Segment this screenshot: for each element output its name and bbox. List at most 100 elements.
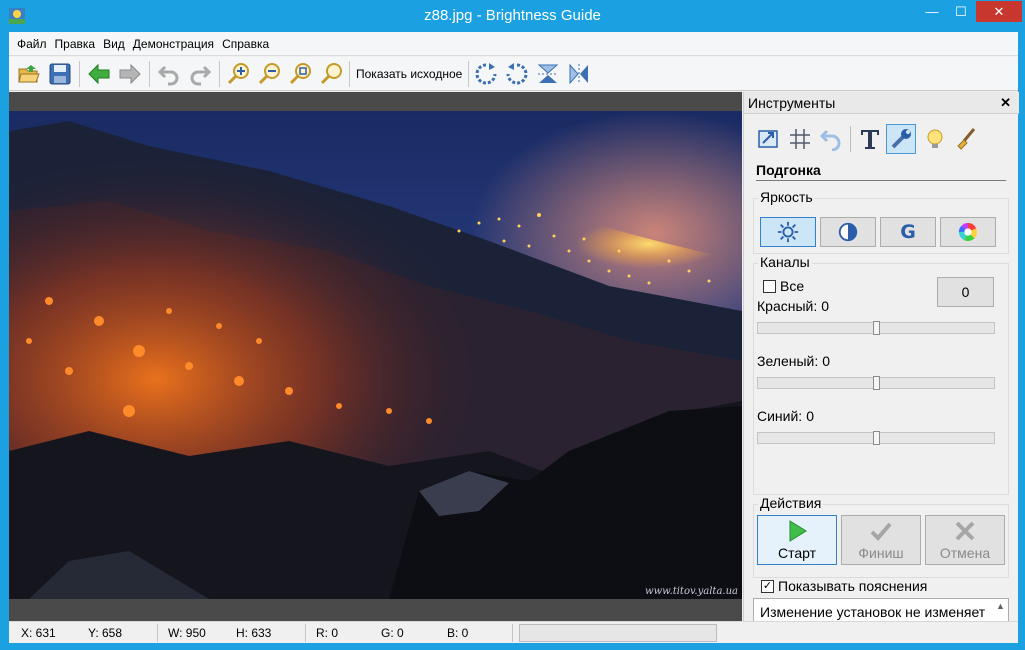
- open-folder-icon[interactable]: [15, 60, 43, 88]
- cancel-button[interactable]: Отмена: [925, 515, 1005, 565]
- color-wheel-icon[interactable]: [940, 217, 996, 247]
- cross-icon: [955, 521, 975, 541]
- channel-value-field[interactable]: 0: [937, 277, 994, 307]
- play-icon: [789, 520, 807, 542]
- main-toolbar: Показать исходное: [9, 57, 1018, 91]
- status-width: W: 950: [168, 626, 206, 640]
- finish-button-label: Финиш: [858, 545, 904, 561]
- green-channel-value: 0: [822, 353, 831, 369]
- progress-bar: [519, 624, 717, 642]
- brightness-group: Яркость G: [753, 189, 1009, 254]
- start-button[interactable]: Старт: [757, 515, 837, 565]
- checkmark-icon: [870, 522, 892, 541]
- zoom-in-icon[interactable]: [225, 60, 253, 88]
- minimize-button[interactable]: —: [918, 1, 946, 22]
- close-window-button[interactable]: ✕: [976, 1, 1022, 22]
- contrast-icon[interactable]: [820, 217, 876, 247]
- rotate-right-icon[interactable]: [472, 60, 500, 88]
- menu-view[interactable]: Вид: [99, 32, 129, 56]
- image-viewer[interactable]: www.titov.yalta.ua: [9, 92, 742, 621]
- gamma-letter: G: [900, 221, 916, 243]
- scroll-up-icon[interactable]: ▲: [996, 601, 1005, 611]
- show-hints-checkbox[interactable]: ✓ Показывать пояснения: [761, 578, 927, 594]
- blue-channel-value: 0: [806, 408, 814, 424]
- resize-icon[interactable]: [754, 124, 784, 154]
- menu-edit[interactable]: Правка: [51, 32, 100, 56]
- gamma-icon[interactable]: G: [880, 217, 936, 247]
- tools-panel-title: Инструменты: [748, 95, 836, 111]
- status-separator: [305, 624, 306, 642]
- image-watermark: www.titov.yalta.ua: [645, 586, 738, 597]
- light-bulb-icon[interactable]: [920, 124, 950, 154]
- photo-canvas[interactable]: [9, 111, 742, 599]
- all-channels-label: Все: [780, 278, 805, 294]
- status-x: X: 631: [21, 626, 56, 640]
- show-original-button[interactable]: Показать исходное: [352, 60, 466, 88]
- menu-bar: Файл Правка Вид Демонстрация Справка: [9, 32, 1018, 56]
- red-slider-thumb[interactable]: [873, 321, 880, 335]
- back-arrow-icon[interactable]: [85, 60, 113, 88]
- zoom-out-icon[interactable]: [256, 60, 284, 88]
- toolbar-separator: [349, 61, 350, 87]
- toolbar-separator: [79, 61, 80, 87]
- flip-horizontal-icon[interactable]: [565, 60, 593, 88]
- toolbar-separator: [149, 61, 150, 87]
- red-channel-slider[interactable]: [757, 321, 995, 335]
- tool-separator: [850, 126, 851, 152]
- show-hints-label: Показывать пояснения: [778, 578, 928, 594]
- title-bar[interactable]: z88.jpg - Brightness Guide — ☐ ✕: [1, 1, 1024, 32]
- all-channels-checkbox[interactable]: Все: [763, 278, 804, 294]
- status-separator: [157, 624, 158, 642]
- crop-grid-icon[interactable]: [785, 124, 815, 154]
- forward-arrow-icon[interactable]: [116, 60, 144, 88]
- app-window: z88.jpg - Brightness Guide — ☐ ✕ Файл Пр…: [0, 0, 1025, 650]
- section-divider: [756, 180, 1006, 181]
- start-button-label: Старт: [777, 545, 817, 561]
- flip-vertical-icon[interactable]: [534, 60, 562, 88]
- blue-channel-label: Синий: 0: [757, 408, 814, 424]
- adjust-section-title: Подгонка: [756, 162, 821, 178]
- tools-panel: Инструменты ✕ Подгонка Яркость G Каналы …: [743, 92, 1019, 642]
- red-channel-label: Красный: 0: [757, 298, 830, 314]
- undo-icon[interactable]: [155, 60, 183, 88]
- green-channel-slider[interactable]: [757, 376, 995, 390]
- brightness-sun-icon[interactable]: [760, 217, 816, 247]
- status-green: G: 0: [381, 626, 404, 640]
- client-area: Файл Правка Вид Демонстрация Справка Пок…: [9, 32, 1019, 643]
- channels-group: Каналы Все 0 Красный: 0 Зеленый: 0 Синий: 0: [753, 254, 1009, 495]
- redo-icon[interactable]: [186, 60, 214, 88]
- actions-group: Действия Старт Финиш Отмена: [753, 495, 1009, 578]
- zoom-fit-icon[interactable]: [287, 60, 315, 88]
- all-channels-box[interactable]: [763, 279, 776, 293]
- status-blue: B: 0: [447, 626, 469, 640]
- finish-button[interactable]: Финиш: [841, 515, 921, 565]
- menu-file[interactable]: Файл: [13, 32, 51, 56]
- green-slider-thumb[interactable]: [873, 376, 880, 390]
- show-hints-box[interactable]: ✓: [761, 579, 774, 593]
- adjust-wrench-icon[interactable]: [886, 124, 916, 154]
- channels-group-label: Каналы: [758, 254, 812, 270]
- status-height: H: 633: [236, 626, 272, 640]
- tools-panel-header: Инструменты ✕: [744, 92, 1019, 114]
- maximize-button[interactable]: ☐: [947, 1, 975, 22]
- panel-close-icon[interactable]: ✕: [1000, 95, 1011, 111]
- status-red: R: 0: [316, 626, 339, 640]
- window-title: z88.jpg - Brightness Guide: [424, 7, 601, 24]
- brightness-group-label: Яркость: [758, 189, 815, 205]
- actions-group-label: Действия: [758, 495, 824, 511]
- toolbar-separator: [219, 61, 220, 87]
- save-icon[interactable]: [46, 60, 74, 88]
- menu-help[interactable]: Справка: [218, 32, 273, 56]
- rotate-left-icon[interactable]: [503, 60, 531, 88]
- text-icon[interactable]: [855, 124, 885, 154]
- undo-arrow-icon[interactable]: [816, 124, 846, 154]
- blue-channel-slider[interactable]: [757, 431, 995, 445]
- brush-icon[interactable]: [951, 124, 981, 154]
- cancel-button-label: Отмена: [939, 545, 991, 561]
- menu-demo[interactable]: Демонстрация: [129, 32, 218, 56]
- status-y: Y: 658: [88, 626, 123, 640]
- green-channel-label: Зеленый: 0: [757, 353, 831, 369]
- blue-slider-thumb[interactable]: [873, 431, 880, 445]
- zoom-actual-icon[interactable]: [318, 60, 346, 88]
- red-channel-value: 0: [821, 298, 830, 314]
